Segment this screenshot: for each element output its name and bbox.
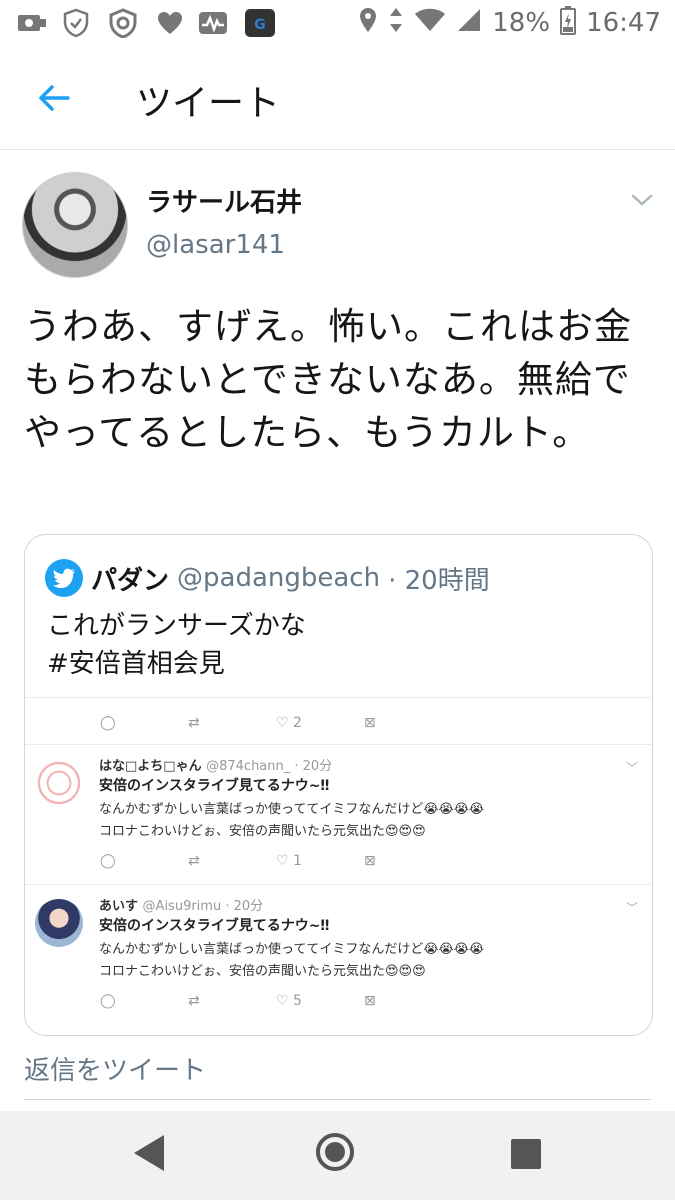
like-count: 5 [293,993,302,1009]
image-tweet-line: コロナこわいけどぉ、安倍の声聞いたら元気出た😍😍😍 [99,964,426,979]
like-icon: ♡ 5 [276,993,302,1009]
security-shield-icon [108,8,138,38]
like-count: 2 [293,715,302,731]
vpn-icon [16,8,48,38]
heart-icon [156,8,184,38]
quoted-author-name: パダン [91,565,170,596]
share-icon: ⊠ [364,715,376,731]
svg-text:G: G [254,17,266,33]
chevron-down-icon: ﹀ [625,761,638,775]
page-title: ツイート [136,83,281,124]
back-arrow-icon[interactable] [36,80,72,116]
clock: 16:47 [586,8,661,38]
like-icon: ♡ 1 [276,853,302,869]
wifi-icon [414,7,446,40]
image-tweet-name: あいす @Aisu9rimu · 20分 [99,899,264,914]
tweet-text: うわあ、すげえ。怖い。これはお金もらわないとできないなあ。無給でやってるとしたら… [24,305,632,454]
status-bar: G 18% 16:47 [0,0,675,46]
author-name[interactable]: ラサール石井 [146,182,302,219]
quoted-author-handle: @padangbeach [177,563,381,593]
quoted-tweet-header: パダン @padangbeach · 20時間 [45,559,490,597]
share-icon: ⊠ [364,993,376,1009]
chevron-down-icon: ﹀ [625,901,638,915]
nav-home-icon[interactable] [316,1133,354,1171]
twitter-bird-icon [45,559,83,597]
retweet-icon: ⇄ [188,715,200,731]
status-right: 18% 16:47 [358,5,661,42]
image-tweet-line: 安倍のインスタライブ見てるナウ~‼ [99,778,330,794]
like-count: 1 [293,853,302,869]
system-nav-bar [0,1111,675,1200]
quoted-tweet[interactable]: パダン @padangbeach · 20時間 これがランサーズかな #安倍首相… [24,534,653,1036]
embedded-screenshot[interactable]: ◯ ⇄ ♡ 2 ⊠ はな□よち□ゃん @874chann_ · 20分 安倍のイ… [25,697,652,1035]
app-bar: ツイート [0,46,675,150]
nav-recents-icon[interactable] [511,1139,541,1169]
image-action-row: ◯ ⇄ ♡ 2 ⊠ [100,715,452,731]
quoted-tweet-text: これがランサーズかな #安倍首相会見 [47,607,306,683]
reply-underline [24,1099,651,1100]
nav-back-icon[interactable] [134,1135,164,1171]
signal-icon [456,7,482,40]
share-icon: ⊠ [364,853,376,869]
retweet-icon: ⇄ [188,853,200,869]
image-action-row: ◯ ⇄ ♡ 5 ⊠ [100,993,452,1009]
image-tweet-line: なんかむずかしい言葉ばっか使っててイミフなんだけど😭😭😭😭 [99,942,485,957]
like-icon: ♡ 2 [276,715,302,731]
image-tweet: あいす @Aisu9rimu · 20分 安倍のインスタライブ見てるナウ~‼ な… [25,884,652,1025]
quoted-tweet-time: · 20時間 [388,565,490,596]
battery-percent: 18% [492,8,551,38]
reply-icon: ◯ [100,993,116,1009]
image-tweet-name: はな□よち□ゃん @874chann_ · 20分 [99,759,333,774]
battery-icon [560,5,577,42]
quoted-hashtag[interactable]: #安倍首相会見 [47,645,306,683]
chevron-down-icon[interactable] [630,190,654,210]
image-action-row: ◯ ⇄ ♡ 1 ⊠ [100,853,452,869]
image-tweet: はな□よち□ゃん @874chann_ · 20分 安倍のインスタライブ見てるナ… [25,744,652,885]
image-tweet-avatar [35,759,83,807]
image-tweet-line: なんかむずかしい言葉ばっか使っててイミフなんだけど😭😭😭😭 [99,802,485,817]
reply-input[interactable]: 返信をツイート [24,1050,206,1087]
image-tweet-line: 安倍のインスタライブ見てるナウ~‼ [99,918,330,934]
location-icon [358,6,378,41]
retweet-icon: ⇄ [188,993,200,1009]
app-logo-icon: G [244,8,276,38]
quoted-text-line1: これがランサーズかな [47,611,306,641]
reply-icon: ◯ [100,715,116,731]
activity-icon [198,8,228,38]
reply-icon: ◯ [100,853,116,869]
image-tweet-line: コロナこわいけどぉ、安倍の声聞いたら元気出た😍😍😍 [99,824,426,839]
author-handle[interactable]: @lasar141 [146,230,285,260]
shield-check-icon [62,8,90,38]
data-transfer-icon [388,6,404,41]
author-avatar[interactable] [22,172,128,278]
image-tweet-avatar [35,899,83,947]
